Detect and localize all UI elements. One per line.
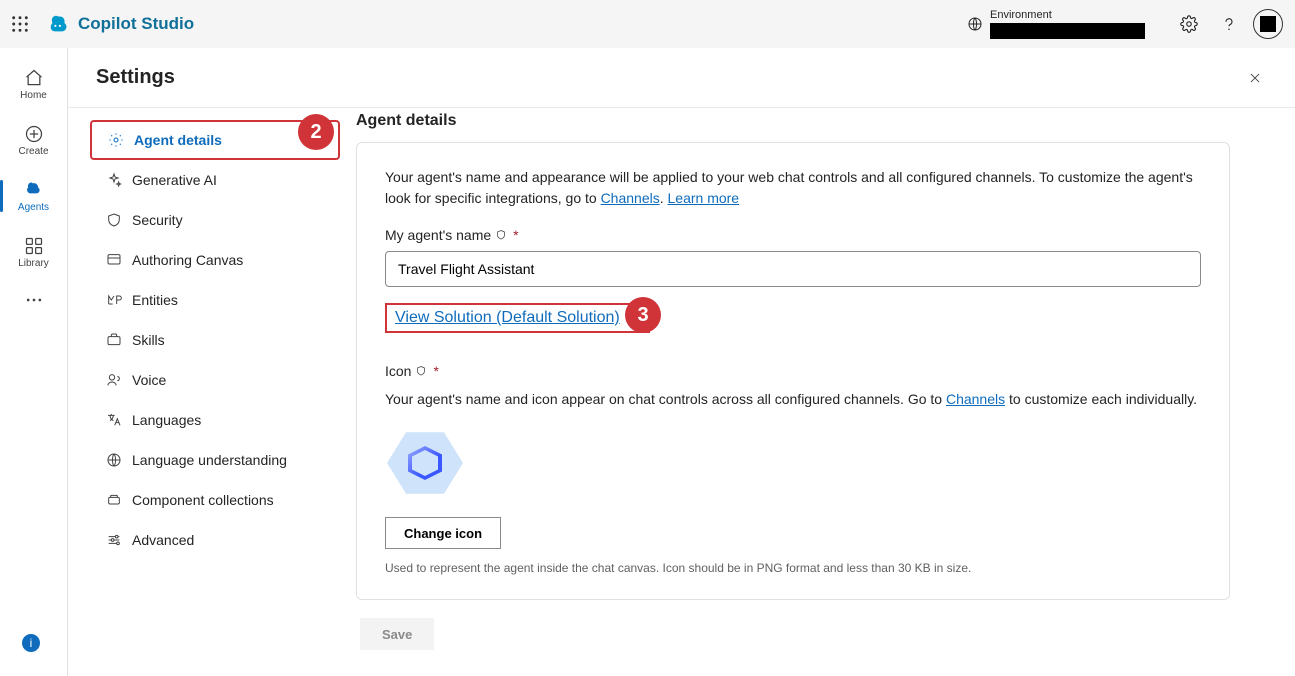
view-solution-link[interactable]: View Solution (Default Solution) [395, 309, 620, 327]
sidebar-item-label: Advanced [132, 532, 194, 548]
brand-text: Copilot Studio [78, 14, 194, 34]
agent-name-label: My agent's name * [385, 227, 1201, 243]
close-button[interactable] [1243, 66, 1267, 90]
settings-sidebar: Agent details 2 Generative AI Security A… [80, 108, 350, 676]
more-icon [24, 290, 44, 310]
icon-description: Your agent's name and icon appear on cha… [385, 391, 1201, 407]
nav-create-label: Create [18, 146, 48, 157]
sidebar-item-advanced[interactable]: Advanced [90, 520, 340, 560]
nav-agents[interactable]: Agents [6, 172, 62, 220]
page-header: Settings [68, 48, 1295, 108]
brand-home-link[interactable]: Copilot Studio [48, 13, 194, 35]
details-pane: Agent details Your agent's name and appe… [350, 108, 1270, 676]
app-launcher-icon[interactable] [10, 14, 30, 34]
nav-home-label: Home [20, 90, 47, 101]
sidebar-item-label: Voice [132, 372, 166, 388]
account-avatar[interactable] [1253, 9, 1283, 39]
collections-icon [106, 492, 122, 508]
canvas-icon [106, 252, 122, 268]
copilot-logo-icon [48, 13, 70, 35]
settings-gear-button[interactable] [1169, 4, 1209, 44]
advanced-icon [106, 532, 122, 548]
main-area: Settings Agent details 2 Gener [68, 48, 1295, 676]
details-description: Your agent's name and appearance will be… [385, 167, 1201, 209]
help-icon [1220, 15, 1238, 33]
agent-icon-preview: ✦ [385, 423, 465, 503]
sidebar-item-skills[interactable]: Skills [90, 320, 340, 360]
left-nav-rail: Home Create Agents Library i [0, 48, 68, 676]
channels-link-2[interactable]: Channels [946, 391, 1005, 407]
sidebar-item-label: Generative AI [132, 172, 217, 188]
agent-details-card: Your agent's name and appearance will be… [356, 142, 1230, 600]
shield-icon [495, 229, 507, 241]
skills-icon [106, 332, 122, 348]
language-understanding-icon [106, 452, 122, 468]
annotation-circle-3: 3 [625, 297, 661, 333]
learn-more-link[interactable]: Learn more [668, 190, 740, 206]
nav-library[interactable]: Library [6, 228, 62, 276]
sidebar-item-languages[interactable]: Languages [90, 400, 340, 440]
environment-picker[interactable]: Environment [990, 9, 1145, 38]
nav-more[interactable] [6, 284, 62, 316]
save-button[interactable]: Save [360, 618, 434, 650]
sidebar-item-entities[interactable]: Entities [90, 280, 340, 320]
sidebar-item-label: Entities [132, 292, 178, 308]
info-icon: i [30, 636, 33, 650]
shield-icon [106, 212, 122, 228]
sidebar-item-label: Languages [132, 412, 201, 428]
environment-name-redacted [990, 23, 1145, 39]
avatar-image-redacted [1260, 16, 1276, 32]
channels-link[interactable]: Channels [601, 190, 660, 206]
icon-hint: Used to represent the agent inside the c… [385, 561, 1201, 575]
environment-label: Environment [990, 9, 1145, 21]
help-button[interactable] [1209, 4, 1249, 44]
gear-icon [108, 132, 124, 148]
top-header-bar: Copilot Studio Environment [0, 0, 1295, 48]
sidebar-item-label: Security [132, 212, 183, 228]
sidebar-item-language-understanding[interactable]: Language understanding [90, 440, 340, 480]
nav-create[interactable]: Create [6, 116, 62, 164]
sparkle-icon [106, 172, 122, 188]
page-title: Settings [96, 66, 175, 89]
sidebar-item-label: Skills [132, 332, 165, 348]
home-icon [24, 68, 44, 88]
close-icon [1248, 71, 1262, 85]
sidebar-item-label: Authoring Canvas [132, 252, 243, 268]
sidebar-item-component-collections[interactable]: Component collections [90, 480, 340, 520]
entities-icon [106, 292, 122, 308]
sidebar-item-authoring-canvas[interactable]: Authoring Canvas [90, 240, 340, 280]
create-icon [24, 124, 44, 144]
icon-label: Icon * [385, 363, 1201, 379]
agent-name-input[interactable] [385, 251, 1201, 287]
sidebar-item-generative-ai[interactable]: Generative AI [90, 160, 340, 200]
sidebar-item-security[interactable]: Security [90, 200, 340, 240]
gear-icon [1180, 15, 1198, 33]
shield-icon [415, 365, 427, 377]
agents-icon [24, 180, 44, 200]
nav-home[interactable]: Home [6, 60, 62, 108]
library-icon [24, 236, 44, 256]
nav-library-label: Library [18, 258, 49, 269]
languages-icon [106, 412, 122, 428]
change-icon-button[interactable]: Change icon [385, 517, 501, 549]
globe-icon [966, 16, 984, 32]
voice-icon [106, 372, 122, 388]
nav-info-button[interactable]: i [22, 634, 40, 652]
nav-agents-label: Agents [18, 202, 49, 213]
section-title: Agent details [356, 112, 1230, 130]
sidebar-item-label: Language understanding [132, 452, 287, 468]
sidebar-item-label: Agent details [134, 132, 222, 148]
sidebar-item-voice[interactable]: Voice [90, 360, 340, 400]
annotation-circle-2: 2 [298, 114, 334, 150]
sidebar-item-label: Component collections [132, 492, 274, 508]
